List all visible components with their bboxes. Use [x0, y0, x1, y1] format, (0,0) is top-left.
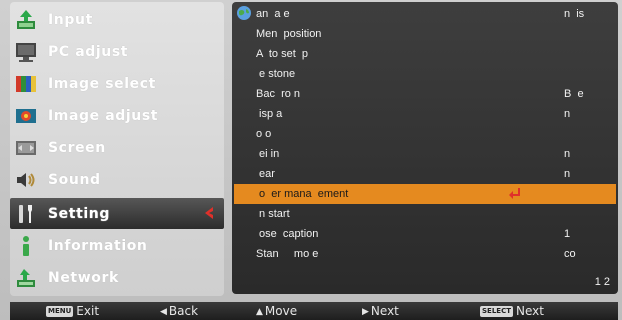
image-select-icon	[14, 72, 38, 96]
menu-item-image-adjust[interactable]: Image adjust	[10, 100, 224, 131]
left-arrow-icon: ◀	[160, 306, 167, 317]
main-menu: Input PC adjust Image select Image adjus…	[10, 2, 224, 296]
enter-icon	[509, 188, 520, 199]
hint-exit[interactable]: MENU Exit	[46, 302, 99, 320]
setting-row-background[interactable]: Bac ro n B e	[234, 84, 616, 104]
hint-select-next[interactable]: SELECT Next	[480, 302, 544, 320]
page-number: 1 2	[594, 276, 610, 288]
right-arrow-icon: ▶	[362, 306, 369, 317]
image-adjust-icon	[14, 104, 38, 128]
setting-icon	[14, 202, 38, 226]
pc-adjust-icon	[14, 40, 38, 64]
setting-row-rear[interactable]: ear n	[234, 164, 616, 184]
setting-row-auto-setup[interactable]: A to set p	[234, 44, 616, 64]
setting-row-ceiling[interactable]: ei in n	[234, 144, 616, 164]
projector-osd: Input PC adjust Image select Image adjus…	[0, 0, 622, 320]
setting-row-logo[interactable]: o o	[234, 124, 616, 144]
screen-icon	[14, 136, 38, 160]
input-icon	[14, 8, 38, 32]
setting-panel: an a e n is Men position A to set p e st…	[232, 2, 618, 294]
setting-row-on-start[interactable]: n start	[234, 204, 616, 224]
menu-item-input[interactable]: Input	[10, 4, 224, 35]
hint-next-arrow[interactable]: ▶ Next	[362, 302, 399, 320]
menu-item-information[interactable]: Information	[10, 230, 224, 261]
setting-row-language[interactable]: an a e n is	[234, 4, 616, 24]
up-down-arrow-icon: ▲︎	[256, 306, 263, 317]
setting-row-power-management[interactable]: o er mana ement	[234, 184, 616, 204]
information-icon	[14, 234, 38, 258]
menu-item-image-select[interactable]: Image select	[10, 68, 224, 99]
menu-item-network[interactable]: Network	[10, 262, 224, 293]
setting-row-keystone[interactable]: e stone	[234, 64, 616, 84]
hint-back[interactable]: ◀ Back	[160, 302, 198, 320]
menu-key-icon: MENU	[46, 306, 74, 317]
menu-item-pc-adjust[interactable]: PC adjust	[10, 36, 224, 67]
setting-row-menu-position[interactable]: Men position	[234, 24, 616, 44]
setting-row-standby-mode[interactable]: Stan mo e co	[234, 244, 616, 264]
selected-arrow-icon	[205, 207, 213, 219]
menu-item-sound[interactable]: Sound	[10, 164, 224, 195]
bottom-hint-bar: MENU Exit ◀ Back ▲︎ Move ▶ Next SELECT Next	[10, 302, 618, 320]
sound-icon	[14, 168, 38, 192]
setting-row-display[interactable]: isp a n	[234, 104, 616, 124]
select-key-icon: SELECT	[480, 306, 513, 317]
network-icon	[14, 266, 38, 290]
menu-item-setting[interactable]: Setting	[10, 198, 224, 229]
setting-row-closed-caption[interactable]: ose caption 1	[234, 224, 616, 244]
hint-move[interactable]: ▲︎ Move	[256, 302, 297, 320]
menu-item-screen[interactable]: Screen	[10, 132, 224, 163]
